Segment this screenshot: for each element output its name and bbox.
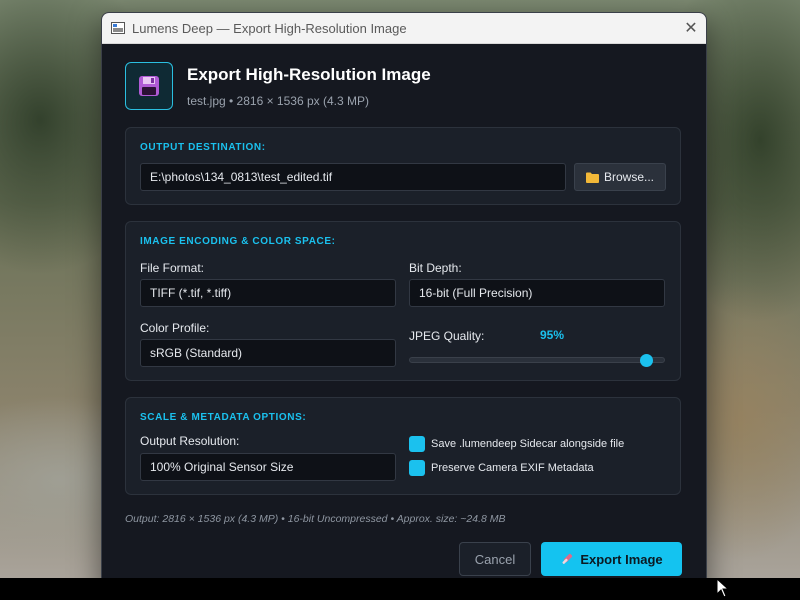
close-icon: ✕ bbox=[684, 20, 698, 37]
file-format-select[interactable]: TIFF (*.tif, *.tiff) bbox=[140, 279, 396, 307]
dialog-title: Export High-Resolution Image bbox=[187, 65, 431, 84]
output-resolution-label: Output Resolution: bbox=[140, 434, 240, 448]
export-dialog: Lumens Deep — Export High-Resolution Ima… bbox=[101, 12, 707, 598]
cancel-button[interactable]: Cancel bbox=[459, 542, 531, 576]
file-format-label: File Format: bbox=[140, 261, 205, 275]
jpeg-quality-label: JPEG Quality: bbox=[409, 329, 485, 343]
color-profile-select[interactable]: sRGB (Standard) bbox=[140, 339, 396, 367]
close-button[interactable]: ✕ bbox=[676, 13, 706, 43]
output-path-field[interactable]: E:\photos\134_0813\test_edited.tif bbox=[140, 163, 566, 191]
taskbar bbox=[0, 578, 800, 600]
exif-label: Preserve Camera EXIF Metadata bbox=[431, 462, 594, 474]
app-icon bbox=[111, 22, 125, 34]
section-title: OUTPUT DESTINATION: bbox=[140, 142, 266, 153]
jpeg-quality-slider-thumb[interactable] bbox=[639, 354, 653, 367]
image-info: test.jpg • 2816 × 1536 px (4.3 MP) bbox=[187, 94, 369, 108]
encoding-section: IMAGE ENCODING & COLOR SPACE: File Forma… bbox=[125, 221, 681, 381]
brush-icon bbox=[562, 553, 573, 564]
bit-depth-select[interactable]: 16-bit (Full Precision) bbox=[409, 279, 665, 307]
output-destination-section: OUTPUT DESTINATION: E:\photos\134_0813\t… bbox=[125, 127, 681, 205]
color-profile-label: Color Profile: bbox=[140, 321, 210, 335]
sidecar-label: Save .lumendeep Sidecar alongside file bbox=[431, 438, 625, 450]
jpeg-quality-slider[interactable] bbox=[409, 357, 665, 363]
output-resolution-select[interactable]: 100% Original Sensor Size bbox=[140, 453, 396, 481]
mouse-cursor-icon bbox=[716, 578, 730, 598]
floppy-disk-icon bbox=[125, 62, 173, 110]
export-image-button[interactable]: Export Image bbox=[541, 542, 682, 576]
window-title: Lumens Deep — Export High-Resolution Ima… bbox=[132, 20, 407, 36]
jpeg-quality-value: 95% bbox=[540, 328, 565, 342]
browse-label: Browse... bbox=[603, 170, 654, 184]
folder-icon bbox=[585, 172, 599, 183]
export-label: Export Image bbox=[580, 551, 663, 567]
scale-metadata-section: SCALE & METADATA OPTIONS: Output Resolut… bbox=[125, 397, 681, 495]
title-bar: Lumens Deep — Export High-Resolution Ima… bbox=[102, 13, 706, 44]
browse-button[interactable]: Browse... bbox=[574, 163, 666, 191]
dialog-header: Export High-Resolution Image test.jpg • … bbox=[125, 62, 685, 112]
exif-checkbox[interactable] bbox=[409, 460, 425, 476]
section-title: IMAGE ENCODING & COLOR SPACE: bbox=[140, 236, 336, 247]
sidecar-checkbox[interactable] bbox=[409, 436, 425, 452]
output-summary: Output: 2816 × 1536 px (4.3 MP) • 16-bit… bbox=[125, 513, 506, 525]
bit-depth-label: Bit Depth: bbox=[409, 261, 462, 275]
section-title: SCALE & METADATA OPTIONS: bbox=[140, 412, 307, 423]
